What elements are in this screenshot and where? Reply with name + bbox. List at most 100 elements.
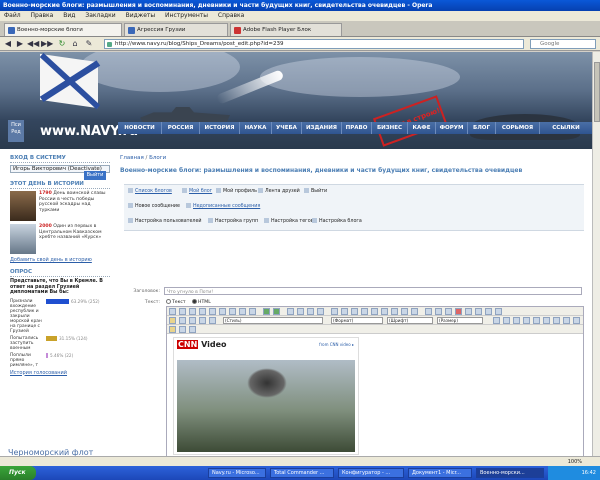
scrollbar-thumb[interactable]: [594, 62, 600, 122]
anchor-icon[interactable]: [445, 308, 452, 315]
form-icon[interactable]: [331, 308, 338, 315]
image-button-icon[interactable]: [401, 308, 408, 315]
textarea-icon[interactable]: [371, 308, 378, 315]
add-history-link[interactable]: Добавить свой день в историю: [10, 257, 110, 263]
page-scrollbar[interactable]: [592, 52, 600, 456]
nav-forum[interactable]: ФОРУМ: [436, 122, 468, 134]
group-settings-link[interactable]: Настройка групп: [208, 218, 258, 225]
menu-bookmarks[interactable]: Закладки: [85, 12, 115, 19]
menu-view[interactable]: Вид: [63, 12, 75, 19]
strike-icon[interactable]: [523, 317, 530, 324]
address-bar[interactable]: http://www.navy.ru/blog/Ships_Dreams/pos…: [104, 39, 524, 49]
select-all-icon[interactable]: [307, 308, 314, 315]
paste-word-icon[interactable]: [249, 308, 256, 315]
nav-business[interactable]: БИЗНЕС: [372, 122, 408, 134]
table-icon[interactable]: [199, 308, 206, 315]
tab-flash[interactable]: Adobe Flash Player Блок: [230, 23, 342, 36]
cut-icon[interactable]: [209, 308, 216, 315]
underline-icon[interactable]: [513, 317, 520, 324]
my-profile-link[interactable]: Мой профиль: [216, 188, 257, 195]
blog-list-link[interactable]: Список блогов: [128, 188, 172, 195]
bold-icon[interactable]: [493, 317, 500, 324]
reload-icon[interactable]: ↻: [57, 39, 67, 49]
nav-news[interactable]: НОВОСТИ: [118, 122, 162, 134]
tab-navy-blogs[interactable]: Военно-морские блоги: [4, 23, 122, 36]
image-icon[interactable]: [189, 308, 196, 315]
format-select[interactable]: (Формат): [331, 317, 383, 324]
friends-feed-link[interactable]: Лента друзей: [258, 188, 300, 195]
fast-forward-icon[interactable]: ▶▶: [41, 39, 53, 49]
taskbar-item[interactable]: Документ1 - Micr...: [408, 468, 472, 478]
drafts-link[interactable]: Недописанные сообщения: [186, 203, 260, 210]
cnn-video-embed[interactable]: CNN Video from CNN video ▸: [173, 337, 359, 455]
page-break-icon[interactable]: [495, 308, 502, 315]
menu-widgets[interactable]: Виджеты: [126, 12, 156, 19]
taskbar-item[interactable]: Navy.ru - Microso...: [208, 468, 266, 478]
select-field-icon[interactable]: [381, 308, 388, 315]
search-input[interactable]: Google: [530, 39, 596, 49]
style-select[interactable]: (Стиль): [223, 317, 323, 324]
align-right-icon[interactable]: [573, 317, 580, 324]
my-blog-link[interactable]: Мой блог: [182, 188, 212, 195]
align-left-icon[interactable]: [553, 317, 560, 324]
bold-toggle-icon[interactable]: [169, 317, 176, 324]
section-footer-title[interactable]: Черноморский флот: [8, 448, 93, 456]
poll-history-link[interactable]: История голосований: [10, 370, 110, 376]
link-icon[interactable]: [425, 308, 432, 315]
rewind-icon[interactable]: ◀◀: [27, 39, 39, 49]
menu-file[interactable]: Файл: [4, 12, 21, 19]
outdent-icon[interactable]: [199, 317, 206, 324]
editor-content[interactable]: CNN Video from CNN video ▸: [167, 334, 583, 456]
breadcrumb-blogs[interactable]: Блоги: [149, 155, 166, 161]
source-icon[interactable]: [169, 308, 176, 315]
blog-settings-link[interactable]: Настройка блога: [312, 218, 362, 225]
smiley-icon[interactable]: [475, 308, 482, 315]
paste-text-icon[interactable]: [239, 308, 246, 315]
unlink-icon[interactable]: [435, 308, 442, 315]
nav-russia[interactable]: РОССИЯ: [162, 122, 200, 134]
video-frame[interactable]: [177, 360, 355, 452]
italic-icon[interactable]: [503, 317, 510, 324]
side-button[interactable]: Пси Ред: [8, 120, 24, 142]
tab-georgia[interactable]: Агрессия Грузии: [124, 23, 228, 36]
nav-history[interactable]: ИСТОРИЯ: [200, 122, 240, 134]
font-select[interactable]: (Шрифт): [387, 317, 433, 324]
special-char-icon[interactable]: [485, 308, 492, 315]
forward-arrow-icon[interactable]: ▶: [15, 39, 25, 49]
menu-tools[interactable]: Инструменты: [165, 12, 208, 19]
size-select[interactable]: (Размер): [437, 317, 483, 324]
nav-law[interactable]: ПРАВО: [342, 122, 372, 134]
rich-text-editor[interactable]: (Стиль) (Формат) (Шрифт) (Размер) CNN Vi…: [166, 306, 584, 456]
flash-embed-icon[interactable]: [455, 308, 462, 315]
superscript-icon[interactable]: [543, 317, 550, 324]
logout-button[interactable]: Выйти: [84, 171, 106, 180]
checkbox-icon[interactable]: [341, 308, 348, 315]
hr-icon[interactable]: [465, 308, 472, 315]
paste-icon[interactable]: [229, 308, 236, 315]
indent-icon[interactable]: [209, 317, 216, 324]
numbered-list-icon[interactable]: [179, 317, 186, 324]
redo-icon[interactable]: [273, 308, 280, 315]
text-color-icon[interactable]: [169, 326, 176, 333]
undo-icon[interactable]: [263, 308, 270, 315]
taskbar-item-active[interactable]: Военно-морски...: [476, 468, 544, 478]
nav-study[interactable]: УЧЕБА: [272, 122, 302, 134]
back-arrow-icon[interactable]: ◀: [3, 39, 13, 49]
start-button[interactable]: Пуск: [0, 466, 36, 480]
remove-format-icon[interactable]: [317, 308, 324, 315]
nav-sormoya[interactable]: СОРЬМОЯ: [496, 122, 540, 134]
logout-link[interactable]: Выйти: [304, 188, 327, 195]
tag-settings-link[interactable]: Настройка тегов: [264, 218, 313, 225]
align-center-icon[interactable]: [563, 317, 570, 324]
taskbar-item[interactable]: Конфигуратор - ...: [338, 468, 404, 478]
home-icon[interactable]: ⌂: [70, 39, 80, 49]
nav-links[interactable]: ССЫЛКИ: [540, 122, 592, 134]
nav-cafe[interactable]: КАФЕ: [408, 122, 436, 134]
edit-icon[interactable]: ✎: [84, 39, 94, 49]
radio-button-icon[interactable]: [351, 308, 358, 315]
nav-science[interactable]: НАУКА: [240, 122, 272, 134]
taskbar-item[interactable]: Total Commander ...: [270, 468, 334, 478]
breadcrumb-home[interactable]: Главная: [120, 155, 144, 161]
hidden-field-icon[interactable]: [411, 308, 418, 315]
button-field-icon[interactable]: [391, 308, 398, 315]
